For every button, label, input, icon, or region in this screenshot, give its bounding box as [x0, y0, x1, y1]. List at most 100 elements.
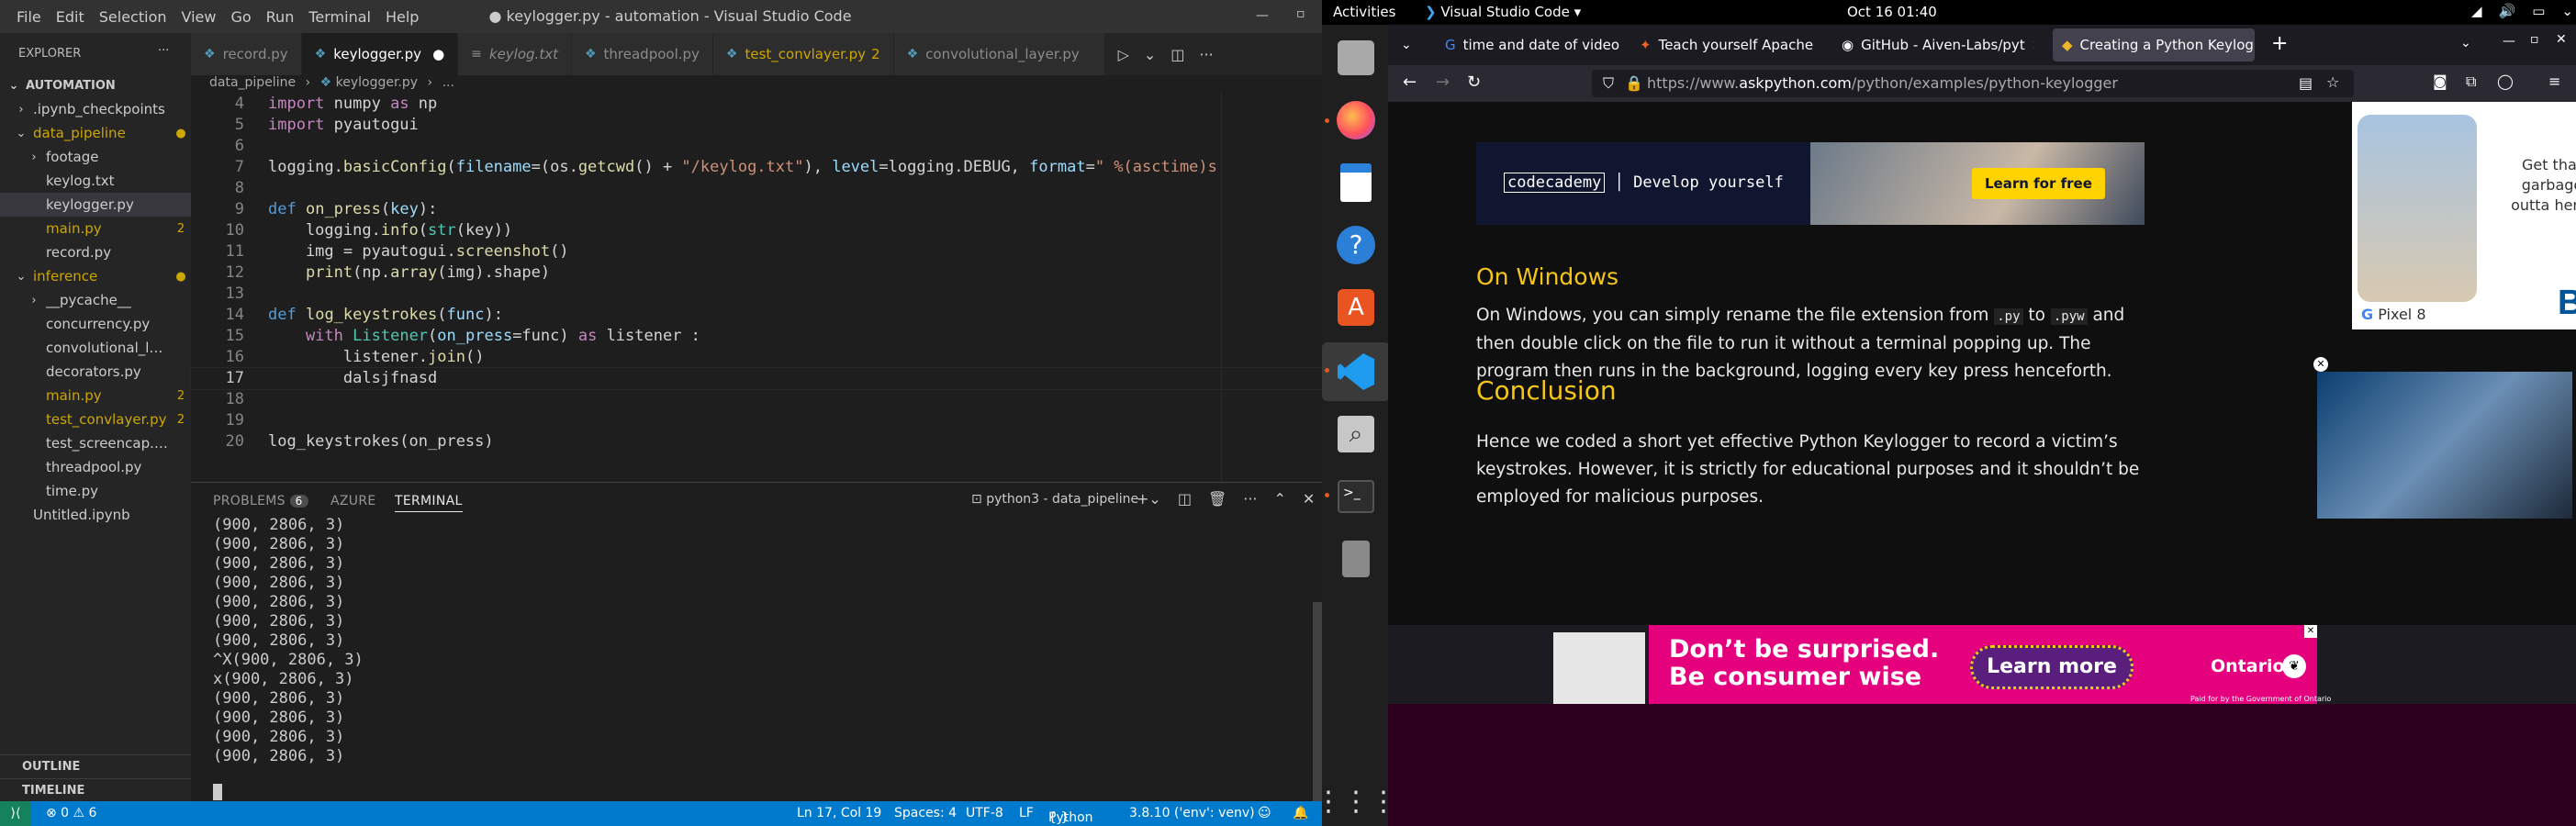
- explorer-item[interactable]: › footage: [0, 145, 191, 169]
- activities-button[interactable]: Activities: [1333, 4, 1395, 20]
- code-editor[interactable]: 4 import numpy as np 5 import pyautogui 6 7 lo…: [190, 92, 1322, 482]
- pixel-bell-ad[interactable]: Get that garbage outta here! G Pixel 8 B…: [2352, 102, 2576, 329]
- shield-icon[interactable]: ⛉: [1603, 74, 1614, 93]
- restore-icon[interactable]: ▫: [1296, 6, 1305, 21]
- tab-keylogger[interactable]: ❖ keylogger.py ●: [301, 33, 459, 75]
- encoding-status[interactable]: UTF-8: [966, 806, 1003, 820]
- pocket-icon[interactable]: ◙: [2433, 73, 2447, 90]
- tab-keylog-txt[interactable]: ≡ keylog.txt: [458, 33, 572, 75]
- menu-edit[interactable]: Edit: [49, 8, 92, 26]
- tab-github[interactable]: ◉ GitHub - Aiven-Labs/pyt ✕: [1832, 28, 2034, 61]
- explorer-item[interactable]: › .ipynb_checkpoints: [0, 97, 191, 121]
- tab-azure[interactable]: AZURE: [330, 494, 376, 508]
- menu-go[interactable]: Go: [223, 8, 258, 26]
- terminal-selector[interactable]: ⊡ python3 - data_pipeline: [971, 492, 1138, 507]
- chevron-down-icon[interactable]: ⌄: [2460, 36, 2471, 50]
- menu-view[interactable]: View: [174, 8, 224, 26]
- explorer-item[interactable]: decorators.py: [0, 360, 191, 384]
- menu-terminal[interactable]: Terminal: [301, 8, 378, 26]
- menu-help[interactable]: Help: [378, 8, 426, 26]
- ontario-ad[interactable]: Don’t be surprised. Be consumer wise Lear…: [1649, 625, 2331, 704]
- unsaved-dot[interactable]: ●: [432, 46, 444, 62]
- vscode-icon[interactable]: [1332, 348, 1380, 396]
- account-icon[interactable]: ◯: [2497, 73, 2514, 90]
- app-menu[interactable]: ❯ Visual Studio Code ▾: [1425, 4, 1581, 20]
- writer-icon[interactable]: [1332, 159, 1380, 206]
- close-ad-icon[interactable]: ✕: [2304, 625, 2317, 638]
- feedback-icon[interactable]: ☺: [1258, 806, 1271, 820]
- hamburger-menu-icon[interactable]: ≡: [2548, 73, 2560, 90]
- code-line[interactable]: 19: [191, 410, 1322, 431]
- software-icon[interactable]: A: [1332, 284, 1380, 331]
- code-line[interactable]: 11 img = pyautogui.screenshot(): [191, 241, 1322, 262]
- remote-icon[interactable]: ⟩⟨: [0, 801, 31, 826]
- new-terminal-icon[interactable]: +⌄: [1137, 490, 1161, 508]
- breadcrumb-folder[interactable]: data_pipeline: [209, 75, 296, 90]
- more-actions-icon[interactable]: ···: [1243, 490, 1257, 508]
- explorer-item[interactable]: convolutional_layer....: [0, 336, 191, 360]
- tab-video-date[interactable]: Gtime and date of video fi✕: [1436, 28, 1619, 61]
- reload-icon[interactable]: ↻: [1467, 73, 1481, 92]
- files-icon[interactable]: [1332, 34, 1380, 82]
- bookmark-star-icon[interactable]: ☆: [2326, 73, 2339, 91]
- explorer-item[interactable]: main.py 2: [0, 384, 191, 407]
- code-line[interactable]: 15 with Listener(on_press=func) as liste…: [191, 326, 1322, 347]
- code-line[interactable]: 14 def log_keystrokes(func):: [191, 305, 1322, 326]
- bell-icon[interactable]: 🔔: [1293, 806, 1308, 820]
- lock-icon[interactable]: 🔒: [1625, 74, 1643, 92]
- timeline-section[interactable]: TIMELINE: [0, 778, 191, 801]
- explorer-item[interactable]: ⌄ inference ●: [0, 264, 191, 288]
- tab-test-convlayer[interactable]: ❖ test_convlayer.py 2: [712, 33, 894, 75]
- tab-python-keylogger[interactable]: ◆Creating a Python Keylog✕: [2053, 28, 2255, 61]
- close-ad-icon[interactable]: ✕: [2313, 357, 2328, 372]
- web-page[interactable]: codecademy │ Develop yourself Learn for …: [1388, 102, 2576, 704]
- run-icon[interactable]: ▷: [1118, 46, 1129, 63]
- url-bar[interactable]: ⛉ 🔒 https://www.askpython.com/python/exa…: [1592, 70, 2354, 97]
- back-icon[interactable]: ←: [1403, 73, 1417, 92]
- trash-icon[interactable]: 🗑: [1208, 490, 1226, 508]
- code-line[interactable]: 12 print(np.array(img).shape): [191, 262, 1322, 284]
- terminal-icon[interactable]: >_: [1332, 473, 1380, 520]
- close-panel-icon[interactable]: ✕: [1303, 490, 1315, 508]
- list-all-tabs-icon[interactable]: ⌄: [1401, 38, 1412, 52]
- explorer-item[interactable]: ⌄ data_pipeline ●: [0, 121, 191, 145]
- explorer-item[interactable]: record.py: [0, 240, 191, 264]
- explorer-item[interactable]: keylog.txt: [0, 169, 191, 193]
- explorer-item[interactable]: concurrency.py: [0, 312, 191, 336]
- reader-view-icon[interactable]: ▤: [2299, 74, 2313, 92]
- menu-file[interactable]: File: [9, 8, 49, 26]
- code-line[interactable]: 10 logging.info(str(key)): [191, 220, 1322, 241]
- tab-convolutional-layer[interactable]: ❖ convolutional_layer.py: [893, 33, 1105, 75]
- split-editor-icon[interactable]: ◫: [1170, 46, 1184, 63]
- explorer-item[interactable]: keylogger.py: [0, 193, 191, 217]
- code-line[interactable]: 8: [191, 178, 1322, 199]
- code-line[interactable]: 18: [191, 389, 1322, 410]
- code-line[interactable]: 6: [191, 136, 1322, 157]
- menu-run[interactable]: Run: [259, 8, 302, 26]
- minimize-icon[interactable]: —: [1256, 8, 1269, 23]
- code-line[interactable]: 5 import pyautogui: [191, 115, 1322, 136]
- tab-record[interactable]: ❖ record.py: [191, 33, 302, 75]
- problems-status[interactable]: ⊗ 0 ⚠ 6: [46, 806, 96, 820]
- new-tab-icon[interactable]: +: [2271, 32, 2288, 55]
- explorer-item[interactable]: test_convlayer.py 2: [0, 407, 191, 431]
- outline-section[interactable]: OUTLINE: [0, 754, 191, 778]
- system-tray[interactable]: ◢ 🔊 ▭ ⌄: [2471, 3, 2573, 19]
- code-line[interactable]: 16 listener.join(): [191, 347, 1322, 368]
- breadcrumb-symbol[interactable]: ...: [442, 75, 454, 90]
- code-line[interactable]: 17 dalsjfnasd: [190, 367, 1322, 390]
- workspace-root[interactable]: ⌄ AUTOMATION: [0, 73, 191, 97]
- code-line[interactable]: 13: [191, 284, 1322, 305]
- split-terminal-icon[interactable]: ◫: [1178, 490, 1192, 508]
- chevron-down-icon[interactable]: ⌄: [1144, 46, 1156, 63]
- indentation-status[interactable]: Spaces: 4: [894, 806, 957, 820]
- cursor-position[interactable]: Ln 17, Col 19: [797, 806, 881, 820]
- code-line[interactable]: 20 log_keystrokes(on_press): [191, 431, 1322, 452]
- tab-problems[interactable]: PROBLEMS 6: [213, 494, 308, 508]
- explorer-item[interactable]: Untitled.ipynb: [0, 503, 191, 527]
- search-icon[interactable]: ⌕: [1332, 410, 1380, 458]
- explorer-item[interactable]: test_screencap.py: [0, 431, 191, 455]
- learn-for-free-button[interactable]: Learn for free: [1972, 168, 2105, 199]
- code-line[interactable]: 4 import numpy as np: [191, 94, 1322, 115]
- close-icon[interactable]: ✕: [2556, 32, 2567, 47]
